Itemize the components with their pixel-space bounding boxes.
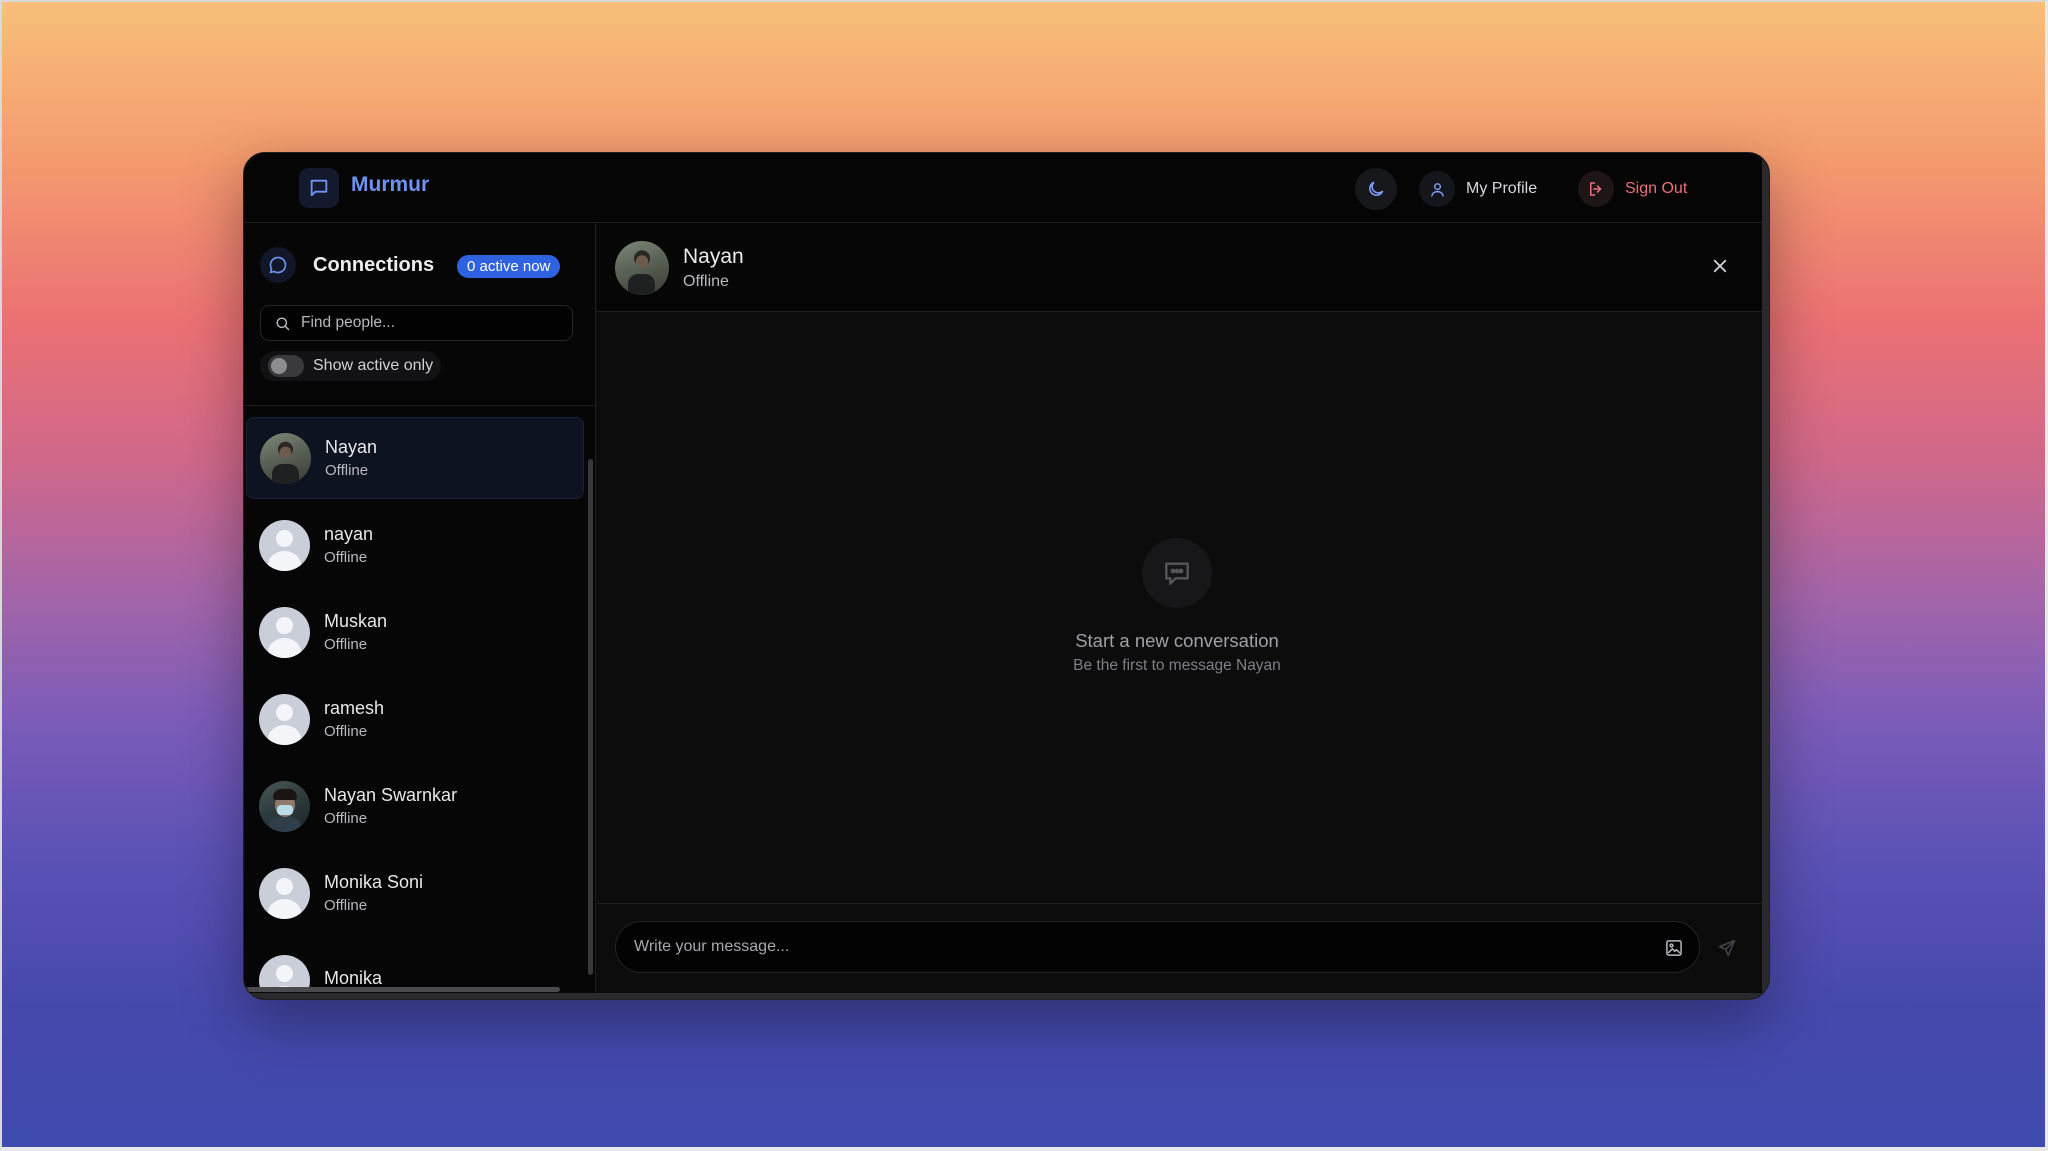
toggle-knob [271,358,287,374]
contact-item[interactable]: Monika Soni Offline [246,852,584,934]
show-active-label: Show active only [313,357,434,374]
contact-status: Offline [324,549,368,566]
default-avatar-icon [259,519,310,571]
contact-status: Offline [324,897,368,914]
active-count-badge: 0 active now [457,255,561,278]
show-active-filter[interactable]: Show active only [260,351,442,381]
search-icon [274,315,291,332]
vertical-scrollbar[interactable] [588,459,593,975]
top-bar: Murmur My Profile Sign Out [244,153,1769,223]
window-edge [1762,153,1769,999]
search-input[interactable] [301,314,561,332]
contact-status: Offline [324,723,368,740]
contact-item[interactable]: Monika [246,939,584,987]
avatar [615,241,669,295]
contact-item[interactable]: ramesh Offline [246,678,584,760]
contact-item[interactable]: Muskan Offline [246,591,584,673]
contact-name: Nayan [325,437,378,457]
message-composer[interactable] [615,921,1700,973]
contact-name: ramesh [324,698,385,718]
chat-circle-icon [260,247,296,283]
default-avatar-icon [259,693,310,745]
contact-name: nayan [324,524,374,544]
window-bottom-edge [244,993,1769,999]
default-avatar-icon [259,954,310,987]
contact-status: Offline [324,810,368,827]
default-avatar-icon [259,606,310,658]
logout-icon [1578,171,1614,207]
app-window: Murmur My Profile Sign Out Connections 0… [243,152,1770,1000]
contact-item[interactable]: Nayan Swarnkar Offline [246,765,584,847]
contact-name: Monika [324,967,383,988]
message-input[interactable] [634,938,1614,956]
sign-out-button[interactable]: Sign Out [1578,168,1687,210]
contact-name: Muskan [324,611,388,631]
chat-contact-name: Nayan [683,245,744,268]
app-name[interactable]: Murmur [351,173,429,197]
show-active-toggle[interactable] [268,355,304,377]
contact-list: Nayan Offline nayan Offline Muskan Offli… [244,417,586,987]
close-chat-button[interactable] [1705,251,1735,281]
empty-state-title: Start a new conversation [1075,630,1279,651]
connections-sidebar: Connections 0 active now Show active onl… [244,223,596,999]
contact-status: Offline [325,462,369,479]
contact-status: Offline [324,636,368,653]
send-button[interactable] [1712,933,1742,963]
contact-name: Nayan Swarnkar [324,785,458,805]
contact-item[interactable]: Nayan Offline [246,417,584,499]
chat-header: Nayan Offline [597,223,1764,312]
contact-name: Monika Soni [324,872,424,892]
attach-image-button[interactable] [1662,936,1686,960]
people-search[interactable] [260,305,573,341]
empty-state-subtitle: Be the first to message Nayan [1073,657,1281,674]
connections-title: Connections [313,254,435,276]
send-icon [1717,938,1737,958]
chat-bubble-icon[interactable] [299,168,339,208]
avatar [259,780,310,832]
default-avatar-icon [259,867,310,919]
my-profile-button[interactable]: My Profile [1419,168,1537,210]
theme-toggle-button[interactable] [1355,168,1397,210]
horizontal-scrollbar[interactable] [246,987,560,992]
chat-panel: Nayan Offline Start a new conversation B… [597,223,1764,995]
user-icon [1419,171,1455,207]
sign-out-label: Sign Out [1625,180,1688,197]
moon-icon [1366,179,1386,199]
chat-contact-status: Offline [683,273,729,290]
image-icon [1664,938,1684,958]
contact-item[interactable]: nayan Offline [246,504,584,586]
divider [244,405,596,406]
divider [597,903,1764,904]
message-dots-icon [1142,538,1212,608]
my-profile-label: My Profile [1466,180,1538,197]
close-icon [1711,257,1729,275]
avatar [260,432,311,484]
